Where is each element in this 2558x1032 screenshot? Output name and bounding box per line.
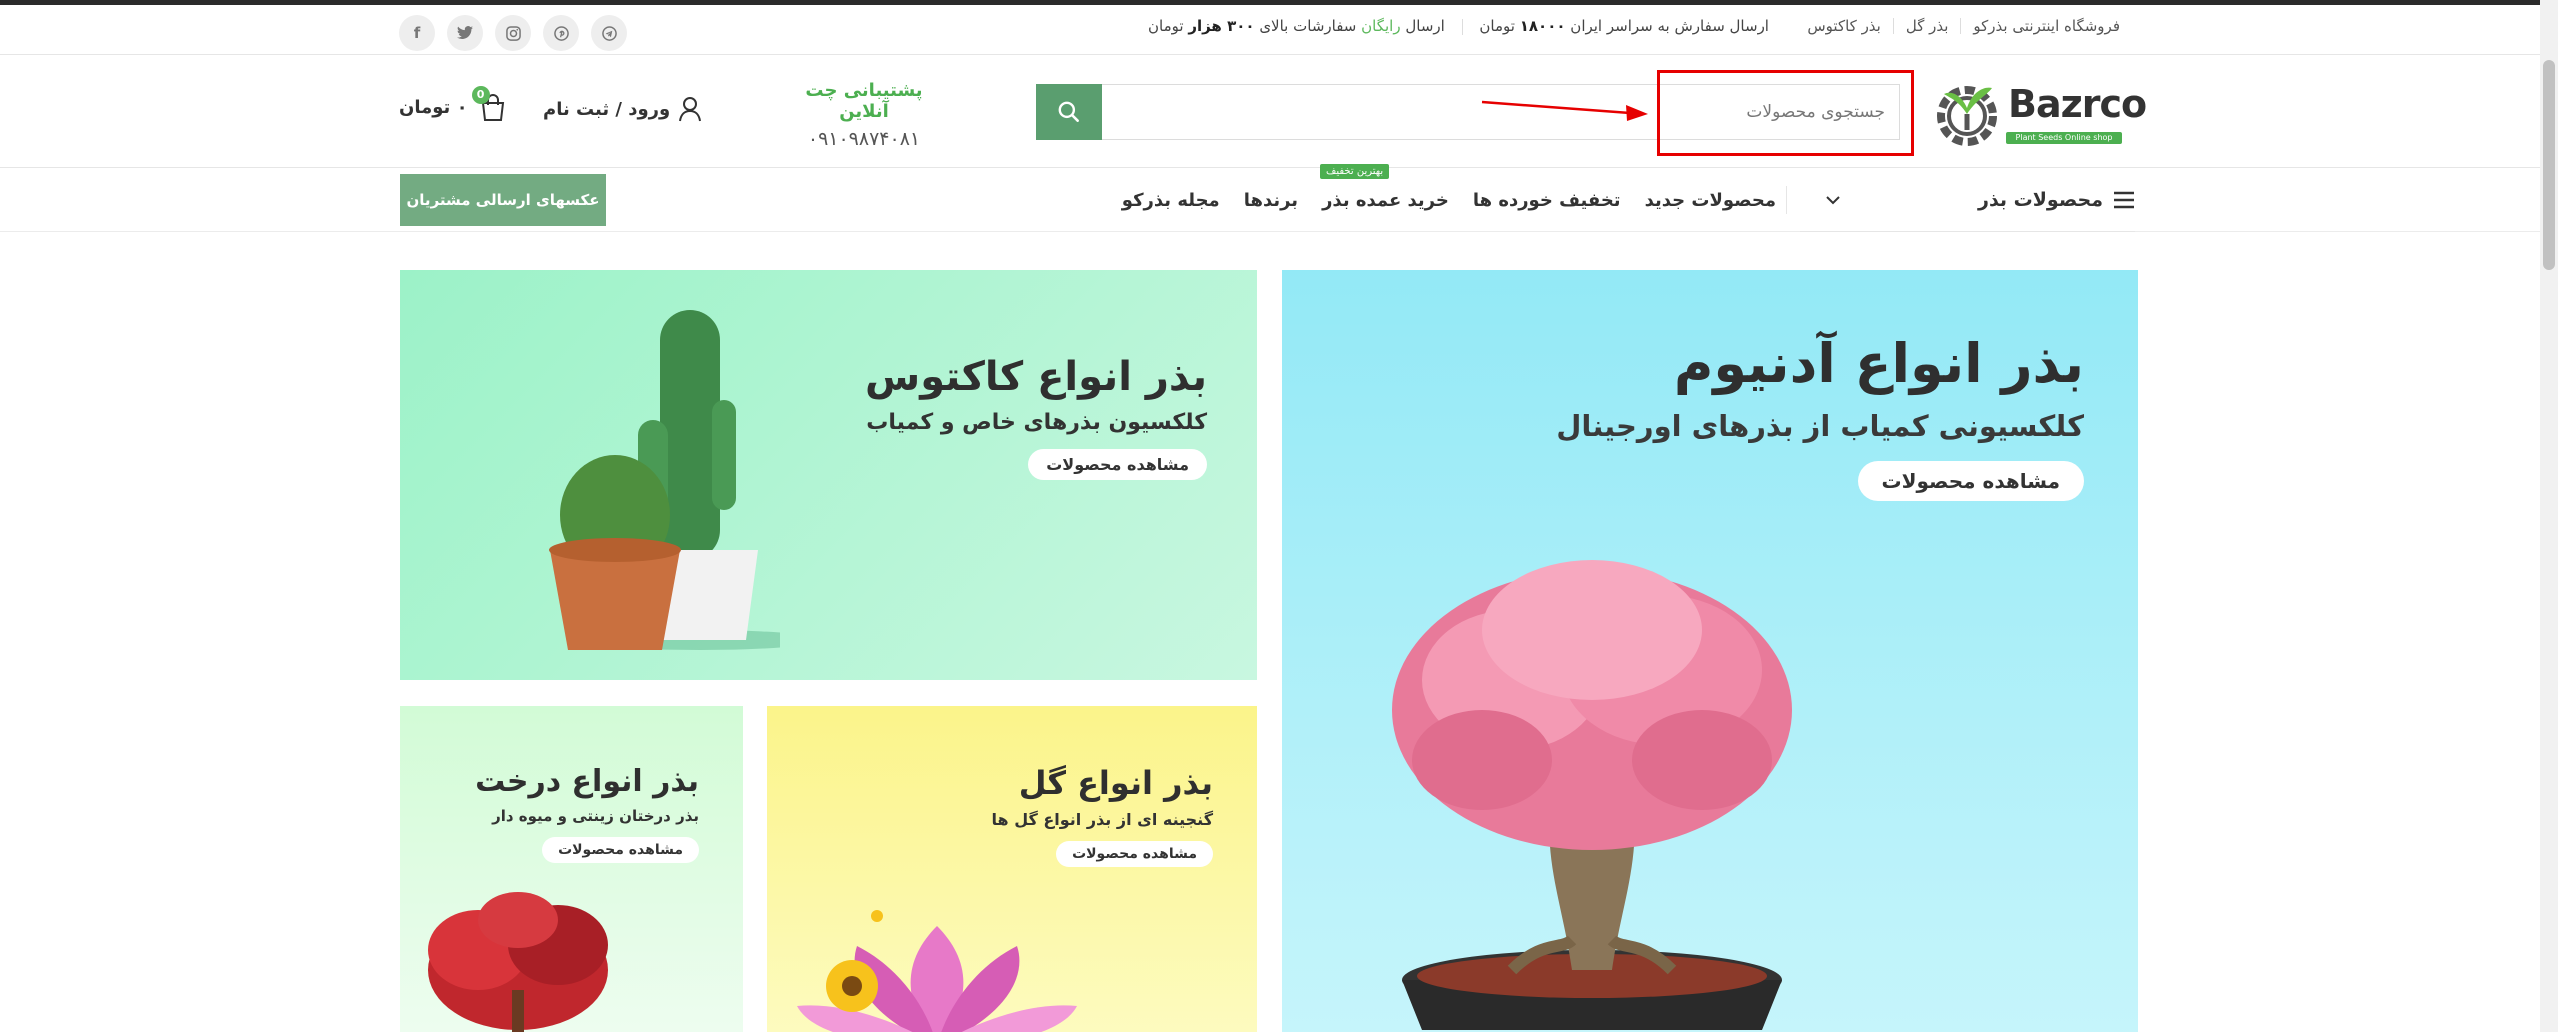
support-phone: ۰۹۱۰۹۸۷۴۰۸۱ xyxy=(807,128,921,150)
login-label: ورود / ثبت نام xyxy=(543,98,671,120)
telegram-icon[interactable] xyxy=(591,15,627,51)
banner-tree-title: بذر انواع درخت xyxy=(475,764,699,799)
adenium-bonsai-image xyxy=(1392,560,1792,1030)
banner-adenium-subtitle: کلکسیونی کمیاب از بذرهای اورجینال xyxy=(1556,409,2084,443)
site-header: Bazrco Plant Seeds Online shop جستجوی مح… xyxy=(0,56,2540,168)
banner-adenium-text: بذر انواع آدنیوم کلکسیونی کمیاب از بذرها… xyxy=(1556,332,2084,501)
banner-cactus-button[interactable]: مشاهده محصولات xyxy=(1028,449,1207,480)
banner-adenium-button[interactable]: مشاهده محصولات xyxy=(1857,461,2084,501)
facebook-icon[interactable]: f xyxy=(399,15,435,51)
logo-tagline: Plant Seeds Online shop xyxy=(2006,132,2122,144)
cart-count-badge: 0 xyxy=(471,86,490,104)
nav-link-wholesale[interactable]: خرید عمده بذر xyxy=(1322,190,1449,211)
search-icon xyxy=(1058,101,1079,122)
logo-gear-icon xyxy=(1937,86,1997,146)
lotus-flower-image xyxy=(797,910,1077,1032)
top-link-cactus-seeds[interactable]: بذر کاکتوس xyxy=(1807,17,1881,35)
categories-menu[interactable]: محصولات بذر xyxy=(1800,168,2135,232)
cart-icon: 0 xyxy=(471,86,506,122)
promo-divider xyxy=(1461,18,1463,35)
banner-tree-button[interactable]: مشاهده محصولات xyxy=(542,837,699,863)
logo-text: Bazrco xyxy=(2008,82,2147,126)
annotation-arrow xyxy=(1481,100,1648,121)
top-link-divider xyxy=(1892,18,1894,34)
banner-cactus-text: بذر انواع کاکتوس کلکسیون بذرهای خاص و کم… xyxy=(865,354,1207,480)
banner-tree-text: بذر انواع درخت بذر درختان زینتی و میوه د… xyxy=(475,764,699,863)
banner-flower[interactable]: بذر انواع گل گنجینه ای از بذر انواع گل ه… xyxy=(767,706,1257,1032)
scrollbar-thumb[interactable] xyxy=(2543,60,2555,270)
cactus-pots-image xyxy=(549,310,780,650)
cart-total: ۰ تومان xyxy=(399,96,468,118)
promo-unit-1: تومان xyxy=(1479,17,1515,35)
search-button[interactable] xyxy=(1036,84,1102,140)
promo-amount-1: ۱۸۰۰۰ xyxy=(1519,17,1566,35)
nav-links: محصولات جدید تخفیف خورده ها خرید عمده بذ… xyxy=(1122,168,1776,232)
promo-free: رایگان xyxy=(1361,17,1401,35)
nav-link-new-products[interactable]: محصولات جدید xyxy=(1645,190,1776,211)
banner-adenium-title: بذر انواع آدنیوم xyxy=(1673,332,2084,395)
promo-text-2: ارسال xyxy=(1405,17,1445,35)
promo-text-3: سفارشات بالای xyxy=(1259,17,1357,35)
menu-icon xyxy=(2114,191,2134,208)
banner-cactus[interactable]: بذر انواع کاکتوس کلکسیون بذرهای خاص و کم… xyxy=(400,270,1257,680)
banner-cactus-subtitle: کلکسیون بذرهای خاص و کمیاب xyxy=(866,410,1207,435)
categories-label-group: محصولات بذر xyxy=(1978,189,2135,211)
login-register-link[interactable]: ورود / ثبت نام xyxy=(543,96,702,122)
top-links: فروشگاه اینترنتی بذرکو بذر گل بذر کاکتوس xyxy=(1807,17,2120,35)
banner-tree-subtitle: بذر درختان زینتی و میوه دار xyxy=(492,807,699,825)
top-bar: f ارسال سفارش به سراسر ایران ۱۸۰۰۰ تومان… xyxy=(0,5,2540,55)
banner-tree[interactable]: بذر انواع درخت بذر درختان زینتی و میوه د… xyxy=(400,706,743,1032)
top-link-flower-seeds[interactable]: بذر گل xyxy=(1906,17,1949,35)
banner-flower-title: بذر انواع گل xyxy=(1018,764,1213,802)
user-icon xyxy=(679,97,702,122)
nav-divider xyxy=(1786,186,1787,214)
banner-cactus-title: بذر انواع کاکتوس xyxy=(865,354,1207,400)
promo-amount-2: ۳۰۰ هزار xyxy=(1188,17,1255,35)
online-support[interactable]: پشتیبانی چت آنلاین ۰۹۱۰۹۸۷۴۰۸۱ xyxy=(784,80,944,150)
red-maple-tree-image xyxy=(428,892,608,1032)
main-navigation: محصولات بذر محصولات جدید تخفیف خورده ها … xyxy=(0,164,2540,232)
banner-flower-subtitle: گنجینه ای از بذر انواع گل ها xyxy=(991,810,1213,829)
categories-label: محصولات بذر xyxy=(1978,188,2103,211)
nav-link-magazine[interactable]: مجله بذرکو xyxy=(1122,190,1220,211)
cart-button[interactable]: 0 ۰ تومان xyxy=(399,86,506,122)
pinterest-icon[interactable] xyxy=(543,15,579,51)
best-discount-badge: بهترین تخفیف xyxy=(1320,164,1390,179)
banner-adenium[interactable]: بذر انواع آدنیوم کلکسیونی کمیاب از بذرها… xyxy=(1282,270,2138,1032)
top-link-store[interactable]: فروشگاه اینترنتی بذرکو xyxy=(1973,17,2120,35)
instagram-icon[interactable] xyxy=(495,15,531,51)
nav-link-discounted[interactable]: تخفیف خورده ها xyxy=(1473,190,1621,211)
chevron-down-icon xyxy=(1826,195,1840,204)
shipping-promo: ارسال سفارش به سراسر ایران ۱۸۰۰۰ تومان ا… xyxy=(1148,17,1769,35)
banner-flower-text: بذر انواع گل گنجینه ای از بذر انواع گل ه… xyxy=(992,764,1213,867)
annotation-highlight-box xyxy=(1657,70,1914,156)
customer-photos-button[interactable]: عکسهای ارسالی مشتریان xyxy=(400,174,606,226)
nav-link-brands[interactable]: برندها xyxy=(1244,190,1298,211)
support-title: پشتیبانی چت آنلاین xyxy=(805,80,923,122)
promo-text-1: ارسال سفارش به سراسر ایران xyxy=(1570,17,1769,35)
social-links: f xyxy=(399,15,627,51)
promo-unit-2: تومان xyxy=(1148,17,1184,35)
site-logo[interactable]: Bazrco Plant Seeds Online shop xyxy=(1928,68,2147,158)
top-link-divider xyxy=(1960,18,1962,34)
banner-flower-button[interactable]: مشاهده محصولات xyxy=(1056,841,1213,867)
twitter-icon[interactable] xyxy=(447,15,483,51)
